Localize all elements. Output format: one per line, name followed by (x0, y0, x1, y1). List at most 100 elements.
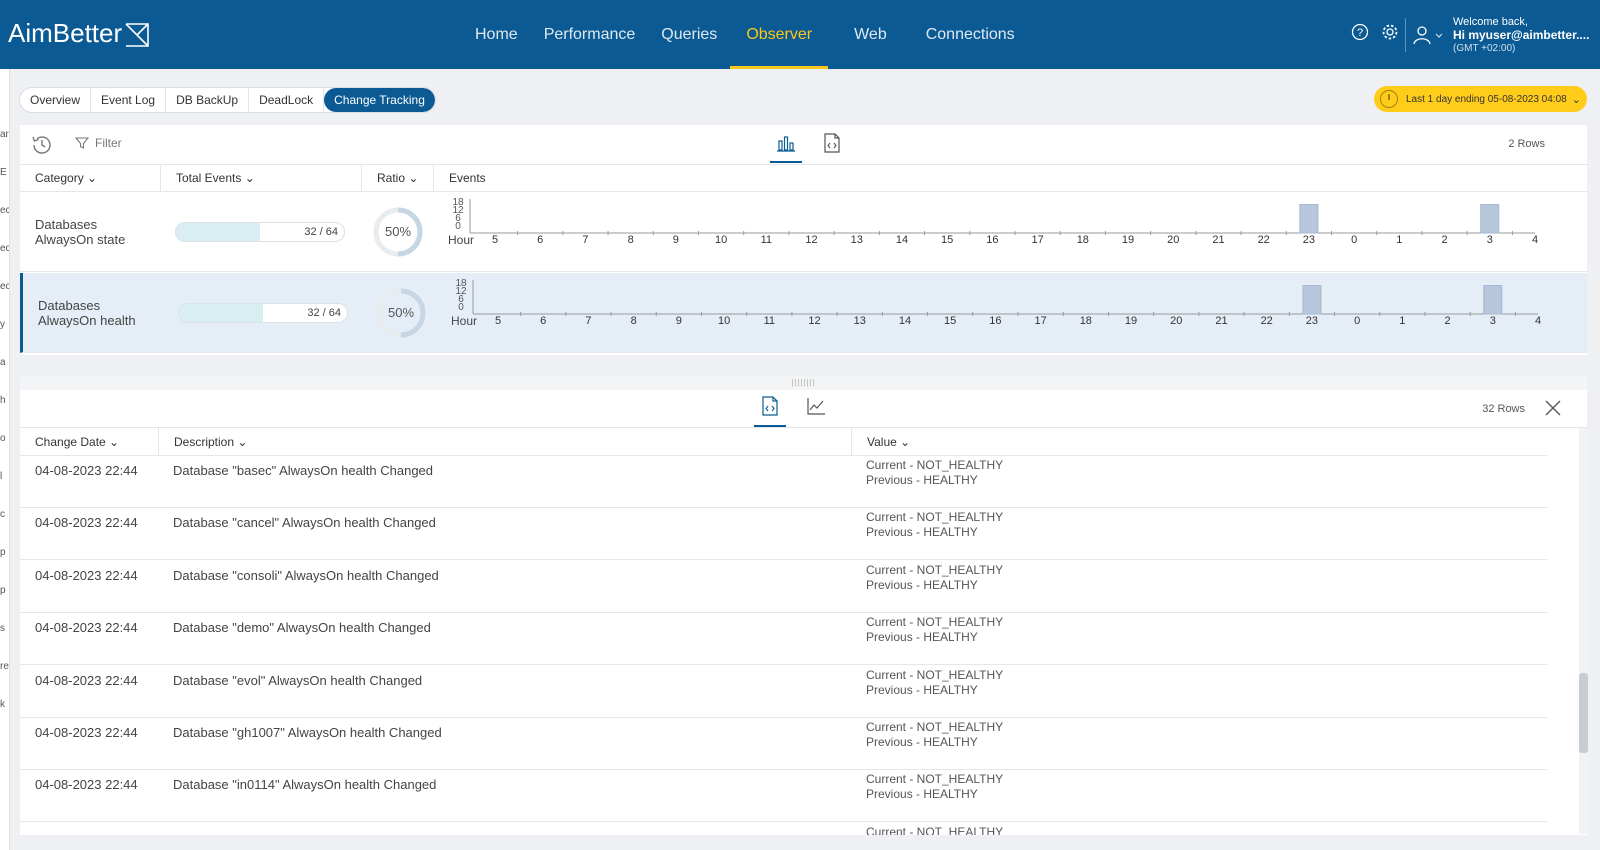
events-chart: 18 12 6 0 Hour 5 6 7 8 9 10 11 12 13 14 15 16 17 18 19 20 21 2… (448, 278, 1562, 348)
aimbetter-logo[interactable]: AimBetter (8, 18, 150, 49)
hour-tick-label: 8 (627, 234, 634, 246)
sidebar-item-fragment[interactable]: s (0, 623, 5, 634)
tab-overview[interactable]: Overview (20, 88, 92, 112)
hour-tick-label: 9 (675, 315, 682, 327)
summary-row[interactable]: Databases AlwaysOn health 32 / 64 50% 18 12 6 0… (20, 273, 1587, 353)
col-total-events[interactable]: Total Events ⌄ (160, 165, 255, 192)
top-nav-bar: AimBetter Home Performance Queries Observer… (0, 0, 1600, 69)
nav-observer[interactable]: Observer (730, 0, 828, 69)
hour-tick-label: 20 (1167, 234, 1180, 246)
hour-tick-label: 2 (1444, 315, 1451, 327)
hour-tick-label: 4 (1531, 234, 1539, 246)
hour-tick-label: 3 (1486, 234, 1493, 246)
table-row[interactable]: 04-08-2023 22:44 Database "consoli" Alway… (20, 561, 1547, 613)
panel-resize-handle[interactable]: |||||||| (20, 376, 1587, 390)
summary-row[interactable]: Databases AlwaysOn state 32 / 64 50% 18 12 6 0 H… (20, 192, 1587, 272)
tab-db-backup[interactable]: DB BackUp (166, 88, 250, 112)
gear-icon[interactable] (1380, 22, 1400, 42)
sidebar-item-fragment[interactable]: ar (0, 129, 9, 140)
sidebar-item-fragment[interactable]: E (0, 167, 7, 178)
hour-tick-label: 12 (808, 315, 821, 327)
y-tick-label: 0 (455, 221, 461, 232)
hour-tick-label: 19 (1121, 234, 1135, 246)
sidebar-item-fragment[interactable]: o (0, 433, 6, 444)
col-ratio[interactable]: Ratio ⌄ (361, 165, 418, 192)
col-value[interactable]: Value ⌄ (851, 428, 910, 456)
events-chart: 18 12 6 0 Hour 5 6 7 8 9 10 11 12 13 14 15 16 17 18 19 20 21 2… (445, 197, 1559, 267)
filter-button[interactable]: Filter (75, 136, 122, 150)
help-icon[interactable]: ? (1350, 22, 1370, 42)
category-label: Databases AlwaysOn state (35, 217, 155, 247)
code-view-tab[interactable] (816, 133, 848, 163)
sidebar-item-fragment[interactable]: ec (0, 243, 9, 254)
tab-change-tracking[interactable]: Change Tracking (324, 88, 435, 112)
time-range-selector[interactable]: Last 1 day ending 05-08-2023 04:08 ⌄ (1374, 86, 1587, 112)
value-previous: Previous - HEALTHY (866, 473, 978, 487)
collapsed-sidebar[interactable]: ar Eec ec ec y a h o l c p p s re k (0, 69, 10, 850)
category-label: Databases AlwaysOn health (38, 298, 158, 328)
hour-tick-label: 23 (1305, 315, 1319, 327)
details-scrollbar[interactable] (1579, 428, 1588, 834)
table-row[interactable]: Current - NOT_HEALTHY (20, 823, 1547, 835)
hour-tick-label: 6 (537, 234, 544, 246)
sidebar-item-fragment[interactable]: l (0, 471, 2, 482)
hour-tick-label: 21 (1215, 315, 1228, 327)
sidebar-item-fragment[interactable]: c (0, 509, 5, 520)
sidebar-item-fragment[interactable]: ec (0, 281, 9, 292)
table-row[interactable]: 04-08-2023 22:44 Database "evol" AlwaysOn… (20, 666, 1547, 718)
change-date-cell: 04-08-2023 22:44 (35, 515, 138, 531)
sidebar-item-fragment[interactable]: p (0, 585, 6, 596)
table-row[interactable]: 04-08-2023 22:44 Database "demo" AlwaysOn… (20, 613, 1547, 666)
hour-tick-label: 21 (1212, 234, 1225, 246)
sidebar-item-fragment[interactable]: a (0, 357, 6, 368)
close-icon[interactable] (1544, 399, 1562, 422)
table-row[interactable]: 04-08-2023 22:44 Database "gh1007" Always… (20, 718, 1547, 770)
tab-event-log[interactable]: Event Log (91, 88, 167, 112)
description-cell: Database "evol" AlwaysOn health Changed (173, 672, 423, 688)
user-timezone: (GMT +02:00) (1453, 43, 1516, 54)
user-menu-button[interactable] (1413, 25, 1444, 45)
description-cell: Database "demo" AlwaysOn health Changed (173, 620, 431, 636)
hour-tick-label: 13 (853, 315, 866, 327)
chevron-down-icon: ⌄ (1571, 93, 1581, 106)
value-current: Current - NOT_HEALTHY (866, 720, 1004, 734)
col-description[interactable]: Description ⌄ (158, 428, 247, 456)
hour-tick-label: 1 (1396, 234, 1403, 246)
main-nav: Home Performance Queries Observer Web Connect… (462, 0, 1028, 69)
hour-tick-label: 15 (944, 315, 957, 327)
sidebar-item-fragment[interactable]: ec (0, 205, 9, 216)
hour-tick-label: 12 (805, 234, 818, 246)
nav-web[interactable]: Web (828, 0, 913, 69)
sidebar-item-fragment[interactable]: p (0, 547, 6, 558)
total-events-fill (176, 223, 260, 241)
nav-queries[interactable]: Queries (648, 0, 730, 69)
tab-deadlock[interactable]: DeadLock (249, 88, 325, 112)
nav-performance[interactable]: Performance (531, 0, 649, 69)
scrollbar-thumb[interactable] (1579, 673, 1588, 753)
details-toolbar: 32 Rows (20, 390, 1587, 428)
total-events-text: 32 / 64 (307, 307, 341, 319)
nav-connections[interactable]: Connections (913, 0, 1028, 69)
col-change-date[interactable]: Change Date ⌄ (35, 428, 119, 456)
value-previous: Previous - HEALTHY (866, 682, 978, 697)
col-category[interactable]: Category ⌄ (35, 165, 97, 192)
sidebar-item-fragment[interactable]: k (0, 699, 5, 710)
table-row[interactable]: 04-08-2023 22:44 Database "cancel" Always… (20, 508, 1547, 561)
hour-tick-label: 7 (582, 234, 589, 246)
sidebar-item-fragment[interactable]: re (0, 661, 9, 672)
details-code-tab[interactable] (754, 396, 786, 427)
change-details-panel: 32 Rows Change Date ⌄ Description ⌄ Valu… (20, 390, 1587, 835)
event-bar-hour-23 (1302, 285, 1322, 315)
sidebar-item-fragment[interactable]: h (0, 395, 6, 406)
sidebar-item-fragment[interactable]: y (0, 319, 5, 330)
table-row[interactable]: 04-08-2023 22:44 Database "basec" AlwaysO… (20, 456, 1547, 508)
hour-tick-label: 9 (672, 234, 679, 246)
table-row[interactable]: 04-08-2023 22:44 Database "in0114" Always… (20, 770, 1547, 823)
chart-view-tab[interactable] (770, 133, 802, 163)
total-events-bar: 32 / 64 (178, 303, 348, 323)
user-name: Hi myuser@aimbetter.... (1453, 28, 1590, 42)
history-icon[interactable] (30, 133, 54, 162)
hour-tick-label: 18 (1079, 315, 1092, 327)
nav-home[interactable]: Home (462, 0, 531, 69)
details-line-chart-tab[interactable] (800, 396, 832, 427)
